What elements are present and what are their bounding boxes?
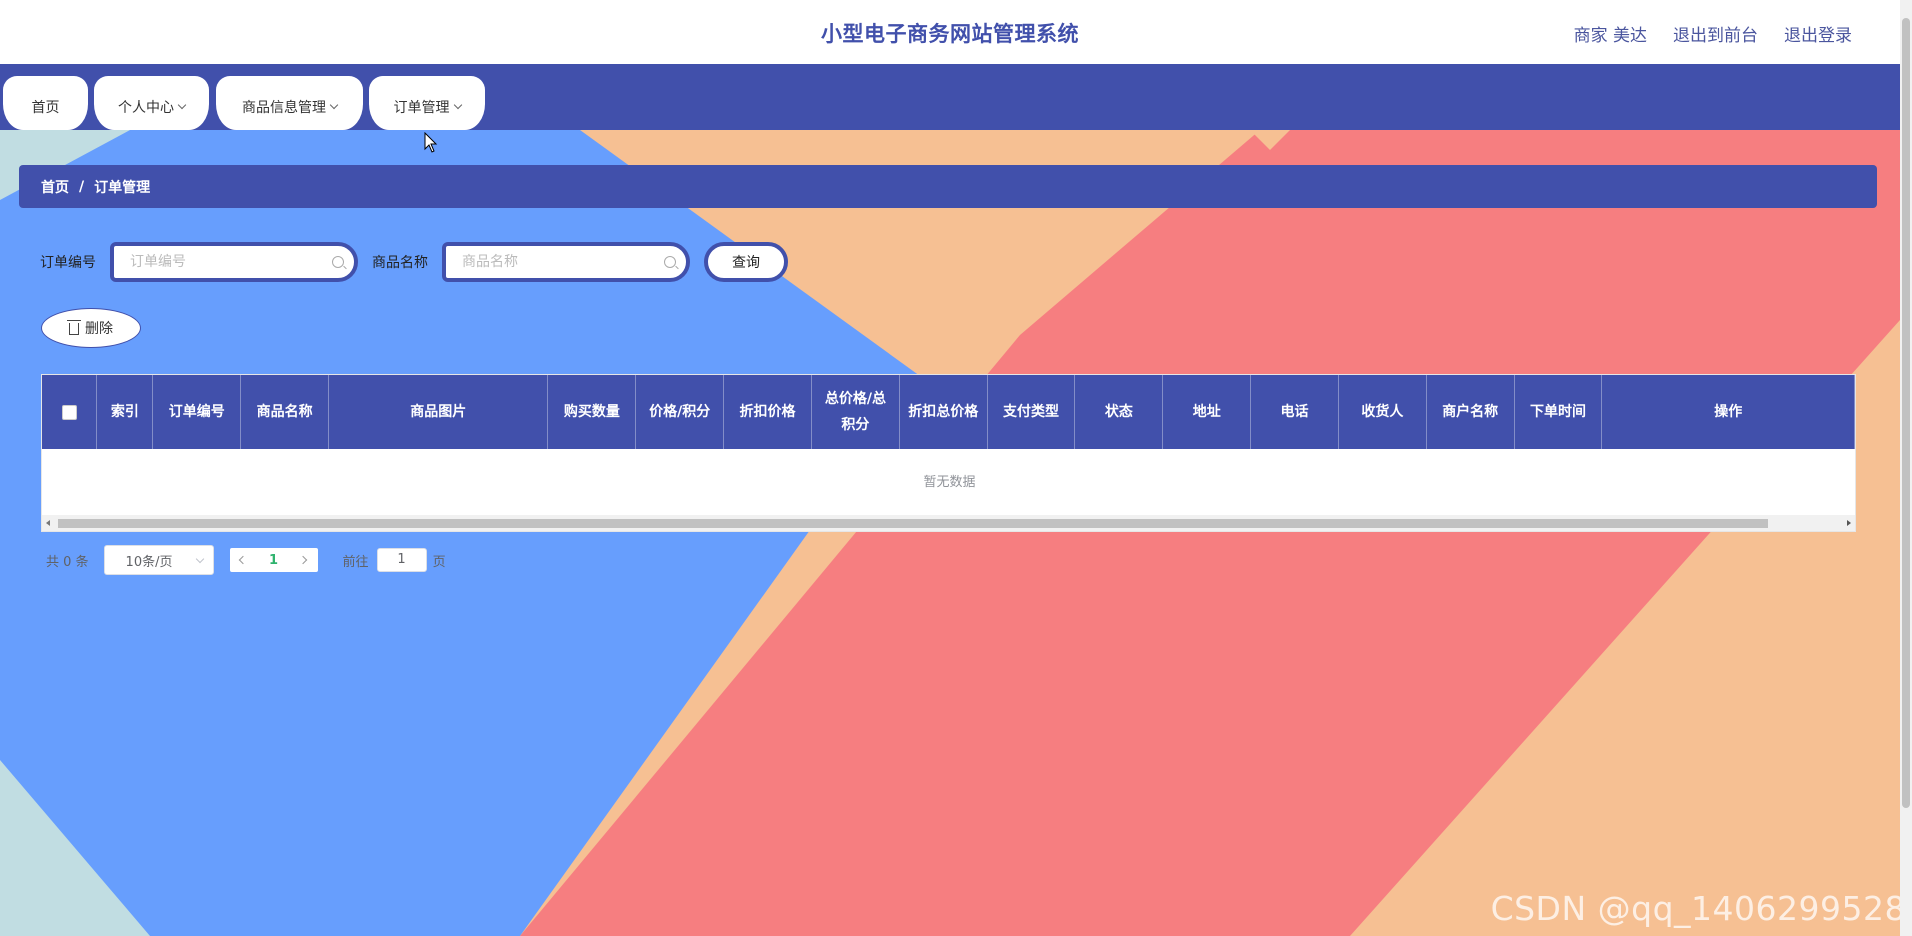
column-header: 支付类型: [987, 375, 1076, 449]
delete-button[interactable]: 删除: [41, 308, 141, 348]
empty-row: 暂无数据: [42, 449, 1855, 515]
breadcrumb: 首页 / 订单管理: [19, 165, 1877, 208]
breadcrumb-separator: /: [79, 178, 85, 195]
tab-home-label: 首页: [31, 100, 60, 116]
column-header: 收货人: [1338, 375, 1427, 449]
product-name-field: [442, 242, 690, 282]
pagination: 共 0 条 10条/页 1 前往 1 页: [46, 545, 446, 575]
order-no-field: [110, 242, 358, 282]
breadcrumb-home[interactable]: 首页: [41, 177, 69, 197]
prev-page-button[interactable]: [230, 548, 256, 572]
main-nav: 首页 个人中心 商品信息管理 订单管理: [0, 64, 1900, 130]
mouse-cursor-icon: [424, 132, 438, 153]
order-no-input[interactable]: [114, 246, 354, 278]
tab-personal-center-label: 个人中心: [118, 100, 174, 116]
vertical-scrollbar-thumb[interactable]: [1902, 18, 1910, 808]
trash-icon: [67, 320, 81, 335]
column-header: 总价格/总积分: [811, 375, 900, 449]
column-header: 操作: [1601, 375, 1855, 449]
total-count: 共 0 条: [46, 554, 89, 570]
chevron-right-icon: [298, 555, 307, 565]
chevron-down-icon: [453, 100, 462, 110]
page-size-select[interactable]: 10条/页: [103, 545, 214, 575]
scroll-right-icon[interactable]: [1847, 520, 1851, 526]
current-page-number[interactable]: 1: [256, 553, 292, 568]
tab-product-management-label: 商品信息管理: [242, 100, 326, 116]
chevron-down-icon: [195, 554, 204, 564]
scroll-left-icon[interactable]: [46, 520, 50, 526]
breadcrumb-current: 订单管理: [94, 179, 151, 196]
delete-button-label: 删除: [85, 321, 113, 337]
page-navigator: 1: [229, 548, 318, 572]
tab-order-management[interactable]: 订单管理: [369, 76, 485, 130]
column-header: 价格/积分: [635, 375, 725, 449]
column-header: 商品图片: [328, 375, 549, 449]
watermark: CSDN @qq_1406299528: [1490, 889, 1906, 928]
column-header: 订单编号: [152, 375, 242, 449]
horizontal-scrollbar[interactable]: [42, 515, 1855, 531]
order-no-label: 订单编号: [40, 255, 96, 271]
logout-link[interactable]: 退出登录: [1784, 21, 1852, 46]
select-all-cell: [42, 375, 98, 449]
chevron-down-icon: [329, 100, 339, 110]
tab-personal-center[interactable]: 个人中心: [94, 76, 209, 130]
column-header: 商户名称: [1426, 375, 1515, 449]
search-form: 订单编号 商品名称 查询: [40, 242, 788, 282]
column-header: 下单时间: [1514, 375, 1603, 449]
next-page-button[interactable]: [292, 548, 318, 572]
merchant-user-link[interactable]: 商家 美达: [1574, 21, 1647, 46]
back-to-frontend-link[interactable]: 退出到前台: [1673, 21, 1758, 46]
tab-home[interactable]: 首页: [3, 76, 88, 130]
empty-text: 暂无数据: [923, 475, 976, 490]
product-name-input[interactable]: [446, 246, 686, 278]
top-header: 小型电子商务网站管理系统 商家 美达 退出到前台 退出登录: [0, 0, 1900, 64]
column-header: 状态: [1074, 375, 1164, 449]
page-suffix: 页: [432, 554, 446, 570]
chevron-left-icon: [238, 555, 247, 565]
search-icon: [664, 256, 676, 268]
select-all-checkbox[interactable]: [61, 404, 77, 420]
page-size-value: 10条/页: [125, 554, 173, 570]
column-header: 折扣总价格: [899, 375, 988, 449]
tab-order-management-label: 订单管理: [393, 100, 450, 116]
table-header-row: 索引 订单编号 商品名称 商品图片 购买数量 价格/积分 折扣价格 总价格/总积…: [42, 375, 1855, 449]
column-header: 商品名称: [240, 375, 329, 449]
vertical-scrollbar[interactable]: [1900, 0, 1912, 936]
scrollbar-thumb[interactable]: [58, 519, 1768, 528]
top-links: 商家 美达 退出到前台 退出登录: [1574, 21, 1852, 46]
column-header: 地址: [1162, 375, 1252, 449]
goto-page-input[interactable]: 1: [376, 548, 427, 572]
column-header: 折扣价格: [723, 375, 812, 449]
query-button[interactable]: 查询: [704, 242, 788, 282]
tab-product-management[interactable]: 商品信息管理: [216, 76, 363, 130]
search-icon: [332, 256, 344, 268]
chevron-down-icon: [177, 100, 187, 110]
goto-label: 前往: [342, 554, 369, 570]
column-header: 电话: [1250, 375, 1339, 449]
orders-table: 索引 订单编号 商品名称 商品图片 购买数量 价格/积分 折扣价格 总价格/总积…: [41, 374, 1856, 532]
column-header: 购买数量: [547, 375, 637, 449]
column-header: 索引: [96, 375, 154, 449]
product-name-label: 商品名称: [372, 255, 428, 271]
